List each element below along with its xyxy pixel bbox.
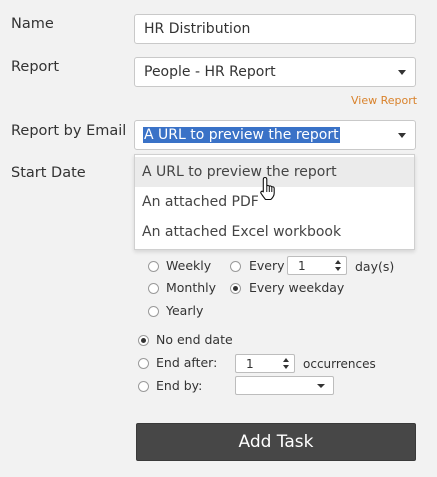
chevron-down-icon (398, 133, 406, 138)
report-label: Report (11, 59, 60, 75)
start-date-label: Start Date (11, 165, 86, 181)
radio-every-weekday[interactable] (230, 283, 241, 294)
occurrences-label: occurrences (303, 357, 376, 371)
monthly-label: Monthly (166, 280, 217, 295)
spin-up-icon[interactable] (335, 260, 341, 264)
every-weekday-label: Every weekday (249, 280, 345, 295)
every-days-value: 1 (298, 258, 306, 273)
view-report-link[interactable]: View Report (351, 94, 417, 107)
radio-yearly[interactable] (148, 306, 159, 317)
report-select[interactable]: People - HR Report (134, 57, 416, 87)
end-by-label: End by: (156, 378, 203, 393)
dropdown-option-excel[interactable]: An attached Excel workbook (135, 217, 414, 247)
yearly-label: Yearly (166, 303, 204, 318)
end-by-date-select[interactable] (235, 376, 334, 395)
add-task-button[interactable]: Add Task (136, 423, 416, 461)
end-after-value: 1 (246, 356, 254, 371)
radio-every[interactable] (230, 261, 241, 272)
report-by-email-dropdown: A URL to preview the report An attached … (134, 154, 415, 250)
spin-down-icon[interactable] (283, 365, 289, 369)
name-label: Name (11, 16, 54, 32)
radio-weekly[interactable] (148, 261, 159, 272)
report-by-email-label: Report by Email (11, 123, 127, 139)
spin-down-icon[interactable] (335, 267, 341, 271)
add-task-label: Add Task (238, 432, 314, 452)
radio-end-after[interactable] (138, 358, 149, 369)
end-after-stepper[interactable]: 1 (235, 354, 295, 373)
every-days-stepper[interactable]: 1 (287, 256, 347, 275)
radio-monthly[interactable] (148, 283, 159, 294)
report-by-email-select[interactable]: A URL to preview the report (134, 120, 416, 150)
end-after-label: End after: (156, 355, 218, 370)
name-input-value: HR Distribution (144, 21, 251, 37)
name-input[interactable]: HR Distribution (134, 14, 416, 44)
radio-end-by[interactable] (138, 381, 149, 392)
days-unit-label: day(s) (355, 259, 395, 274)
report-by-email-value: A URL to preview the report (143, 127, 340, 143)
spin-up-icon[interactable] (283, 358, 289, 362)
chevron-down-icon (398, 70, 406, 75)
report-select-value: People - HR Report (144, 64, 276, 80)
every-label: Every (249, 258, 285, 273)
radio-no-end-date[interactable] (138, 335, 149, 346)
no-end-date-label: No end date (156, 332, 233, 347)
weekly-label: Weekly (166, 258, 212, 273)
chevron-down-icon (317, 383, 325, 388)
hand-pointer-icon (260, 176, 275, 201)
